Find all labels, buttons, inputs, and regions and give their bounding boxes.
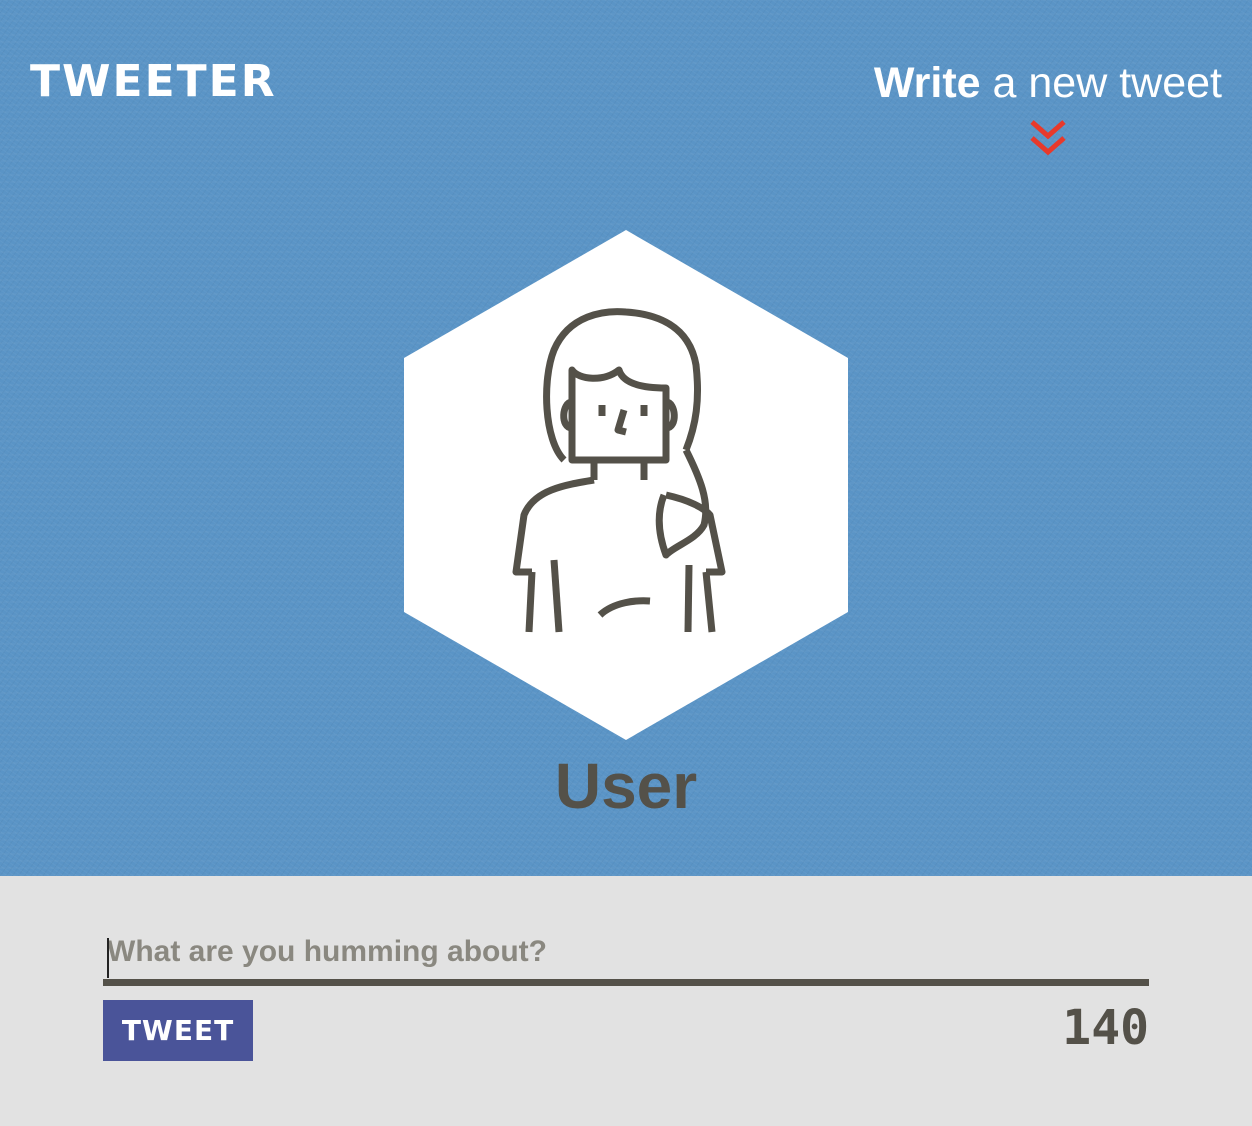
character-counter: 140 (1062, 1000, 1149, 1056)
avatar (404, 230, 848, 740)
user-avatar-icon (404, 230, 848, 740)
write-new-tweet-label[interactable]: Write a new tweet (874, 56, 1222, 110)
profile-name: User (554, 750, 698, 822)
double-chevron-down-icon[interactable] (1028, 118, 1068, 160)
tweet-button[interactable]: TWEET (103, 1000, 253, 1061)
write-new-tweet-label-bold: Write (873, 59, 981, 107)
text-caret (107, 938, 109, 978)
write-new-tweet-label-rest: a new tweet (980, 59, 1222, 107)
page: TWEETER Write a new tweet User What are … (0, 0, 1252, 1126)
tweet-composer: TWEET 140 (103, 930, 1149, 1061)
write-new-tweet-toggle[interactable]: Write a new tweet (874, 56, 1222, 160)
tweet-text-input[interactable] (103, 930, 1149, 986)
app-logo[interactable]: TWEETER (30, 52, 277, 112)
profile-header: TWEETER Write a new tweet User (0, 0, 1252, 876)
